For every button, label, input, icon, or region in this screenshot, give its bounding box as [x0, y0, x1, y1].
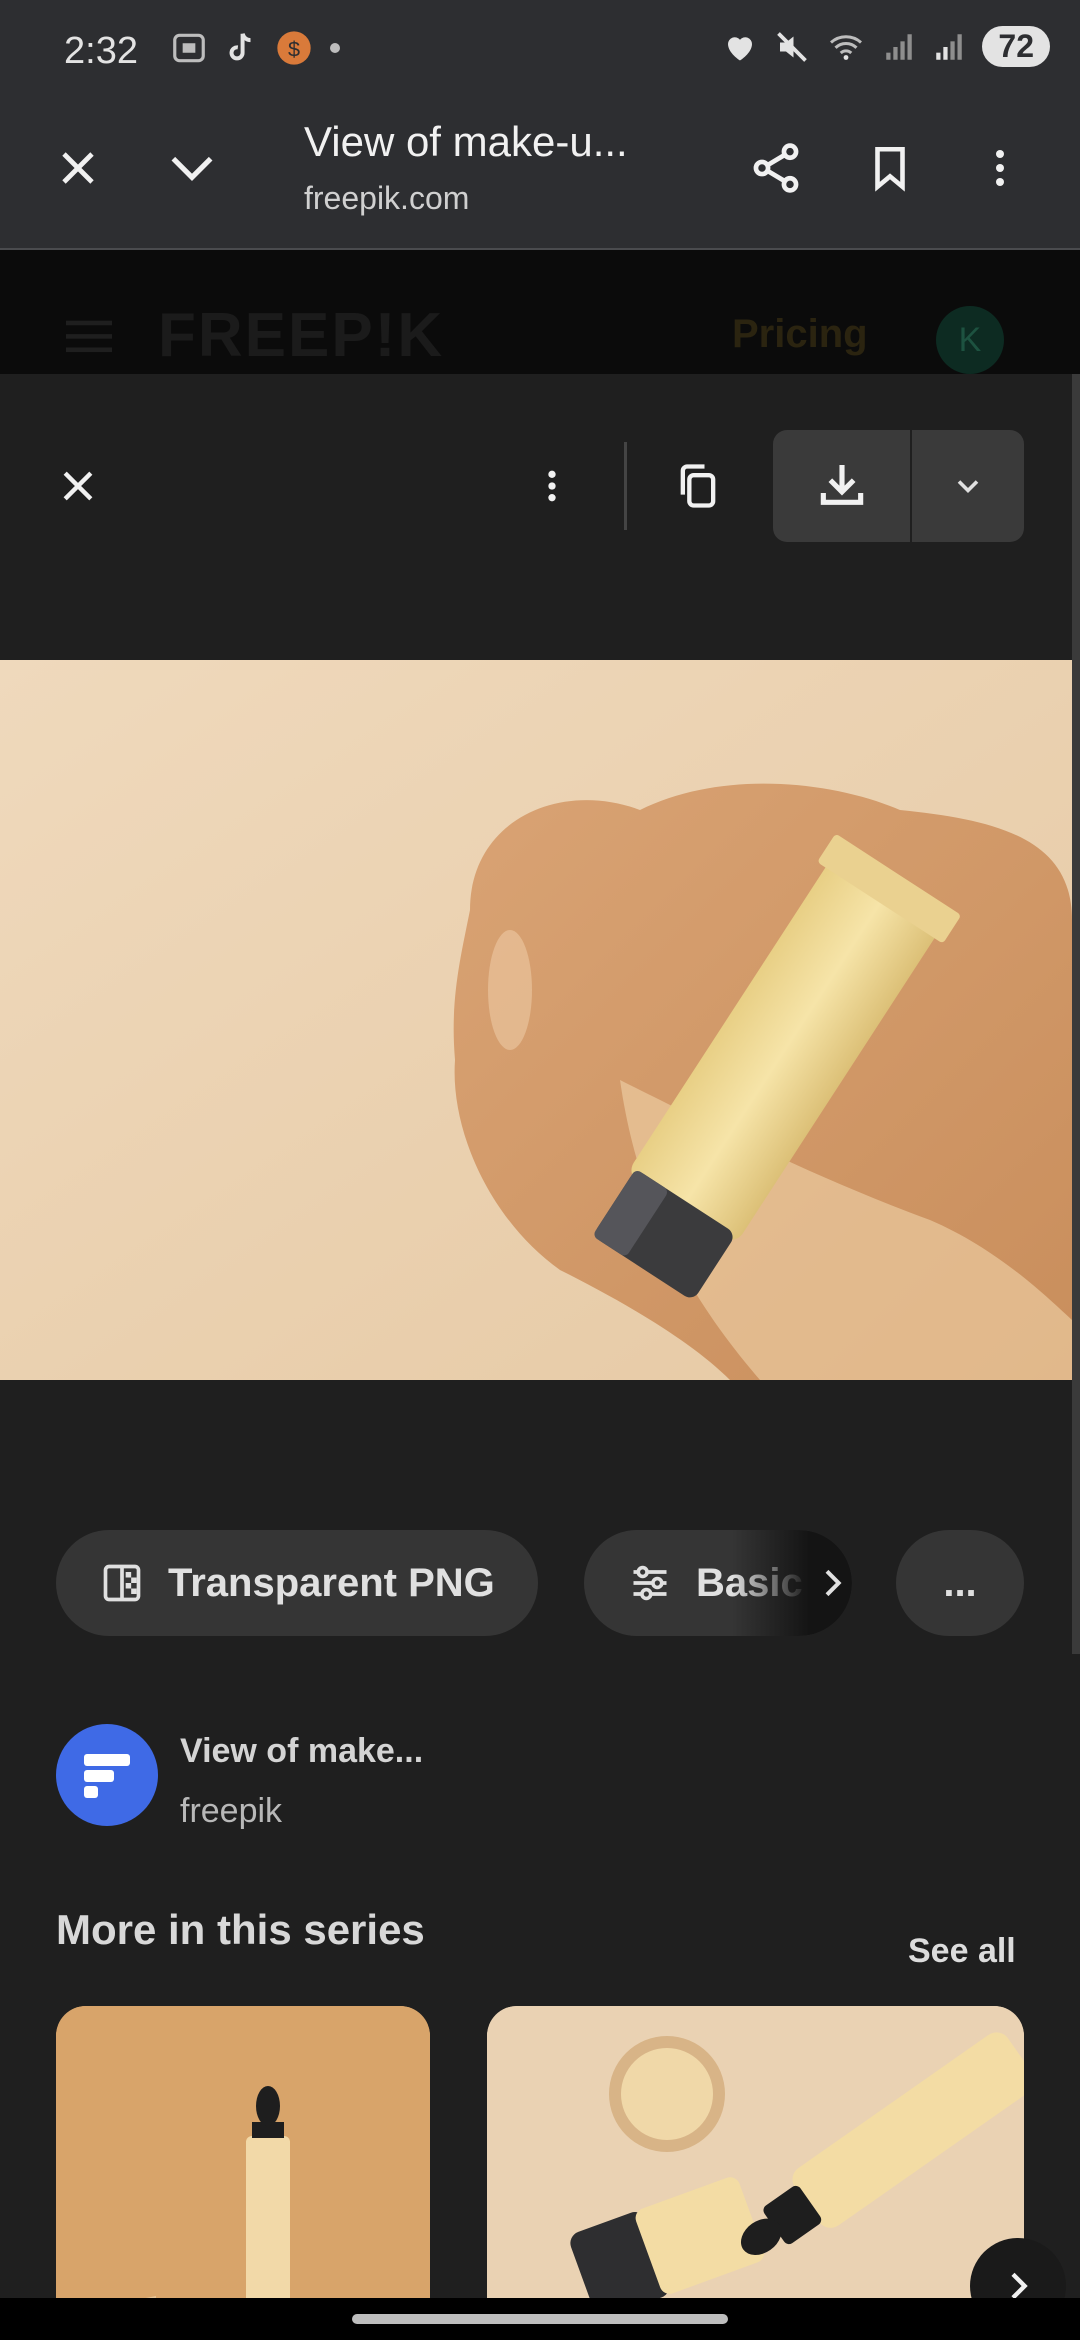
share-icon	[753, 143, 799, 193]
svg-text:$: $	[288, 36, 300, 61]
download-options-button[interactable]	[912, 430, 1024, 542]
see-all-link[interactable]: See all	[908, 1932, 1016, 1971]
viewer-more-button[interactable]	[514, 448, 590, 524]
download-button[interactable]	[773, 430, 910, 542]
heart-icon	[728, 36, 753, 60]
wifi-icon	[830, 34, 863, 60]
signal-icon-1	[886, 33, 913, 60]
more-vert-icon	[548, 470, 556, 502]
foundation-products-image	[487, 2006, 1024, 2340]
serum-bottle-image	[56, 2006, 430, 2340]
more-vert-icon	[996, 150, 1004, 186]
status-system-icons: 72	[722, 26, 1050, 67]
toolbar-divider	[624, 442, 627, 530]
copy-icon	[680, 464, 716, 508]
user-avatar: K	[936, 306, 1004, 374]
share-button[interactable]	[738, 130, 814, 206]
bookmark-button[interactable]	[852, 130, 928, 206]
page-url[interactable]: freepik.com	[304, 180, 469, 217]
series-heading: More in this series	[56, 1906, 425, 1953]
close-icon	[63, 471, 93, 501]
hamburger-menu-icon	[66, 318, 112, 359]
download-icon	[820, 465, 863, 505]
chevron-down-icon	[171, 156, 213, 181]
dot-icon	[330, 43, 340, 53]
freepik-logo-icon	[84, 1754, 130, 1798]
browser-menu-button[interactable]	[962, 130, 1038, 206]
sliders-icon	[633, 1565, 667, 1601]
tiktok-icon	[229, 33, 251, 61]
page-title[interactable]: View of make-u...	[304, 118, 628, 166]
transparent-png-icon	[103, 1564, 141, 1602]
freepik-logo: FREEP!K	[158, 301, 445, 370]
source-title[interactable]: View of make...	[180, 1732, 423, 1771]
pricing-link: Pricing	[732, 312, 868, 356]
close-viewer-button[interactable]	[40, 448, 116, 524]
close-icon	[62, 152, 94, 184]
series-thumbnail-2[interactable]	[487, 2006, 1024, 2340]
source-site[interactable]: freepik	[180, 1792, 282, 1831]
basic-adjust-chip[interactable]: Basic	[584, 1530, 852, 1636]
status-notification-icons: $	[170, 28, 342, 68]
screenshot-icon	[173, 33, 205, 63]
copy-button[interactable]	[660, 448, 736, 524]
chevron-down-icon	[957, 480, 979, 494]
battery-indicator: 72	[982, 26, 1050, 67]
chevron-right-icon	[825, 1569, 842, 1597]
close-tab-button[interactable]	[40, 130, 116, 206]
more-chips-label: ...	[943, 1560, 977, 1605]
cash-app-icon: $	[277, 31, 311, 65]
freepik-source-logo[interactable]	[56, 1724, 158, 1826]
product-photo[interactable]	[0, 660, 1072, 1380]
makeup-tube-image	[0, 660, 1072, 1380]
mute-icon	[777, 31, 808, 62]
bookmark-icon	[875, 146, 905, 192]
series-thumbnail-1[interactable]	[56, 2006, 430, 2340]
transparent-png-label: Transparent PNG	[168, 1560, 495, 1605]
minimize-tab-button[interactable]	[154, 130, 230, 206]
transparent-png-chip[interactable]: Transparent PNG	[56, 1530, 538, 1636]
home-gesture-handle[interactable]	[352, 2314, 728, 2324]
status-time: 2:32	[64, 30, 138, 72]
signal-icon-2	[936, 33, 963, 60]
more-chips-button[interactable]: ...	[896, 1530, 1024, 1636]
scrollbar[interactable]	[1072, 374, 1080, 1654]
